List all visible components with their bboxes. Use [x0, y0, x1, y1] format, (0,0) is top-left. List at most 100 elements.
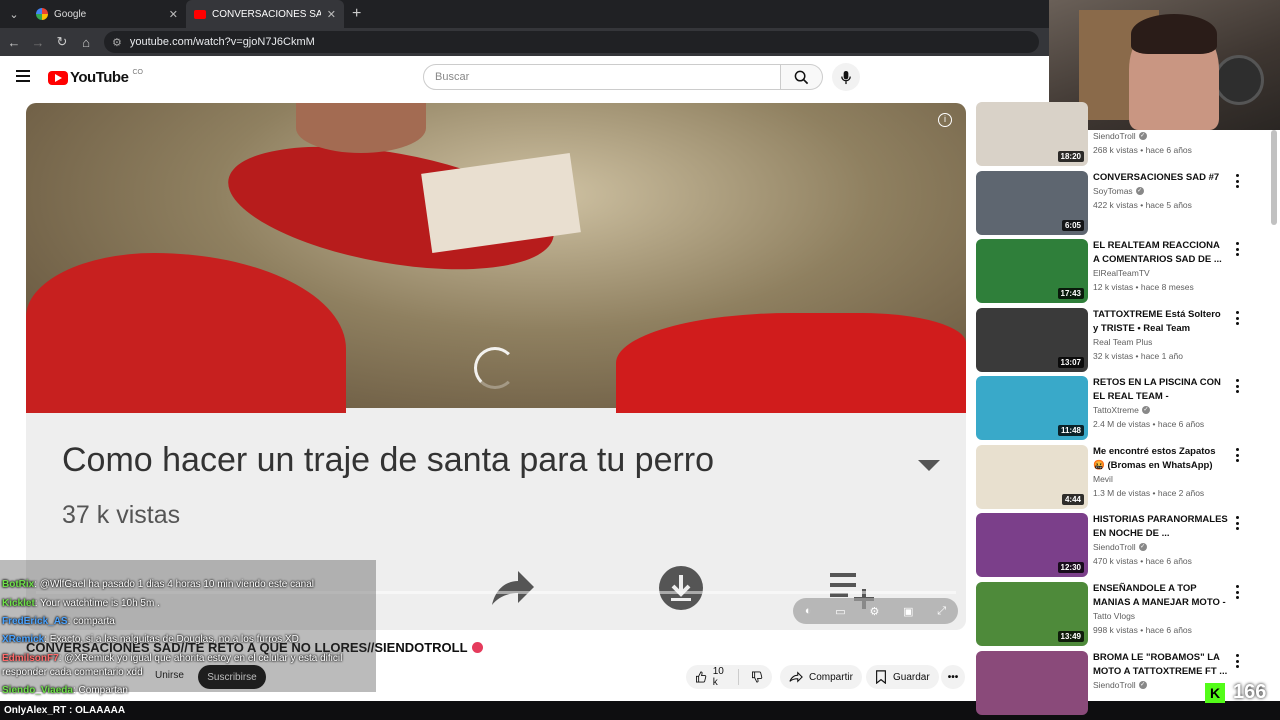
home-icon[interactable]: ⌂: [74, 35, 98, 50]
video-duration: 11:48: [1057, 425, 1084, 436]
video-thumbnail[interactable]: 13:49: [976, 582, 1088, 646]
live-dot-icon: [471, 642, 483, 653]
chat-message: Kicklet: Your watchtime is 10h 5m .: [2, 598, 160, 609]
miniplayer-icon[interactable]: ▣: [903, 605, 913, 618]
video-meta: 2.4 M de vistas • hace 6 años: [1093, 419, 1205, 429]
video-meta: 268 k vistas • hace 6 años: [1093, 145, 1192, 155]
video-thumbnail[interactable]: 6:05: [976, 171, 1088, 235]
stream-chat-overlay: BotRix: @WlfGael ha pasado 1 dias 4 hora…: [0, 560, 376, 696]
video-frame-views: 37 k vistas: [62, 501, 181, 529]
video-thumbnail[interactable]: 11:48: [976, 376, 1088, 440]
share-icon: [789, 671, 803, 683]
subtitles-icon[interactable]: ▭: [835, 605, 845, 618]
channel-name[interactable]: Real Team Plus: [1093, 337, 1152, 347]
download-icon: [659, 566, 703, 610]
menu-icon[interactable]: [16, 70, 30, 82]
thumbs-up-icon: [696, 671, 707, 683]
video-meta: 12 k vistas • hace 8 meses: [1093, 282, 1194, 292]
channel-name[interactable]: SiendoTroll ✓: [1093, 542, 1147, 552]
recommended-video[interactable]: 6:05 CONVERSACIONES SAD #7 SoyTomas ✓ 422 k …: [976, 171, 1256, 235]
more-vertical-icon[interactable]: [1232, 448, 1242, 462]
save-button[interactable]: Guardar: [866, 665, 939, 689]
video-title[interactable]: RETOS EN LA PISCINA CON EL REAL TEAM - T…: [1093, 376, 1228, 403]
verified-icon: ✓: [1138, 543, 1147, 551]
channel-name[interactable]: TattoXtreme ✓: [1093, 405, 1150, 415]
more-vertical-icon[interactable]: [1232, 242, 1242, 256]
thumbs-down-icon[interactable]: [751, 670, 763, 684]
verified-icon: ✓: [1135, 187, 1144, 195]
recommended-video[interactable]: 17:43 EL REALTEAM REACCIONA A COMENTARIOS…: [976, 239, 1256, 303]
video-title[interactable]: CONVERSACIONES SAD #7: [1093, 171, 1228, 185]
video-duration: 18:20: [1057, 151, 1084, 162]
recommended-video[interactable]: BROMA LE "ROBAMOS" LA MOTO A TATTOXTREME…: [976, 651, 1256, 715]
microphone-icon: [841, 70, 851, 84]
close-tab-icon[interactable]: ✕: [169, 8, 178, 21]
video-player[interactable]: i Como hacer un traje de santa para tu p…: [26, 103, 966, 630]
settings-gear-icon[interactable]: ⚙: [869, 605, 879, 618]
loading-spinner-icon: [474, 347, 516, 389]
more-horizontal-icon: •••: [947, 671, 959, 683]
video-title[interactable]: TATTOXTREME Está Soltero y TRISTE • Real…: [1093, 308, 1228, 335]
recommended-video[interactable]: 18:20 SiendoTroll ✓ 268 k vistas • hace 6 a…: [976, 102, 1256, 166]
info-icon[interactable]: i: [938, 113, 952, 127]
video-thumbnail[interactable]: 17:43: [976, 239, 1088, 303]
like-button[interactable]: 10 k: [686, 665, 772, 689]
video-meta: 422 k vistas • hace 5 años: [1093, 200, 1192, 210]
google-icon: [36, 8, 48, 20]
more-actions-button[interactable]: •••: [941, 665, 965, 689]
video-thumbnail[interactable]: 13:07: [976, 308, 1088, 372]
channel-name[interactable]: SiendoTroll ✓: [1093, 680, 1147, 690]
recommended-video[interactable]: 4:44 Me encontré estos Zapatos 🤬 (Bromas …: [976, 445, 1256, 509]
search-input[interactable]: Buscar: [423, 64, 781, 90]
channel-name[interactable]: Tatto Vlogs: [1093, 611, 1135, 621]
channel-name[interactable]: ElRealTeamTV: [1093, 268, 1150, 278]
address-bar[interactable]: ⚙ youtube.com/watch?v=gjoN7J6CkmM: [104, 31, 1039, 53]
video-duration: 13:07: [1057, 357, 1084, 368]
voice-search-button[interactable]: [832, 63, 860, 91]
forward-arrow-icon[interactable]: →: [26, 35, 50, 50]
youtube-icon: [194, 9, 206, 19]
tab-search-icon[interactable]: ⌄: [0, 0, 28, 28]
tab-google[interactable]: Google ✕: [28, 0, 186, 28]
more-vertical-icon[interactable]: [1232, 585, 1242, 599]
video-title[interactable]: BROMA LE "ROBAMOS" LA MOTO A TATTOXTREME…: [1093, 651, 1228, 678]
fullscreen-icon[interactable]: ⤢: [937, 605, 946, 618]
recommended-video[interactable]: 12:30 HISTORIAS PARANORMALES EN NOCHE DE …: [976, 513, 1256, 577]
youtube-logo[interactable]: YouTube CO: [48, 69, 143, 86]
close-tab-icon[interactable]: ✕: [327, 8, 336, 21]
video-thumbnail[interactable]: 12:30: [976, 513, 1088, 577]
more-vertical-icon[interactable]: [1232, 516, 1242, 530]
more-vertical-icon[interactable]: [1232, 311, 1242, 325]
video-thumbnail[interactable]: 18:20: [976, 102, 1088, 166]
recommended-video[interactable]: 13:49 ENSEÑANDOLE A TOP MANIAS A MANEJAR …: [976, 582, 1256, 646]
more-vertical-icon[interactable]: [1232, 174, 1242, 188]
channel-name[interactable]: Mevil: [1093, 474, 1113, 484]
video-meta: 998 k vistas • hace 6 años: [1093, 625, 1192, 635]
site-info-icon[interactable]: ⚙: [112, 36, 122, 49]
video-title[interactable]: EL REALTEAM REACCIONA A COMENTARIOS SAD …: [1093, 239, 1228, 266]
player-controls: ◐ ▭ ⚙ ▣ ⤢: [793, 598, 958, 624]
recommended-video[interactable]: 13:07 TATTOXTREME Está Soltero y TRISTE •…: [976, 308, 1256, 372]
more-vertical-icon[interactable]: [1232, 379, 1242, 393]
autoplay-toggle-icon[interactable]: ◐: [805, 605, 812, 617]
channel-name[interactable]: SoyTomas ✓: [1093, 186, 1144, 196]
share-label: Compartir: [809, 671, 853, 683]
video-title[interactable]: Me encontré estos Zapatos 🤬 (Bromas en W…: [1093, 445, 1228, 472]
channel-name[interactable]: SiendoTroll ✓: [1093, 131, 1147, 141]
video-thumbnail[interactable]: [976, 651, 1088, 715]
share-button[interactable]: Compartir: [780, 665, 862, 689]
video-thumbnail[interactable]: 4:44: [976, 445, 1088, 509]
back-arrow-icon[interactable]: ←: [2, 35, 26, 50]
scrollbar[interactable]: [1271, 130, 1277, 225]
search-button[interactable]: [781, 64, 823, 90]
new-tab-icon[interactable]: +: [352, 5, 361, 23]
more-vertical-icon[interactable]: [1232, 654, 1242, 668]
logo-text: YouTube: [70, 69, 129, 86]
tab-youtube[interactable]: CONVERSACIONES SAD//TE RE ✕: [186, 0, 344, 28]
like-count: 10 k: [712, 666, 724, 688]
video-meta: 470 k vistas • hace 6 años: [1093, 556, 1192, 566]
recommended-video[interactable]: 11:48 RETOS EN LA PISCINA CON EL REAL TEA…: [976, 376, 1256, 440]
video-title[interactable]: ENSEÑANDOLE A TOP MANIAS A MANEJAR MOTO …: [1093, 582, 1228, 609]
reload-icon[interactable]: ↻: [50, 34, 74, 50]
video-title[interactable]: HISTORIAS PARANORMALES EN NOCHE DE ...: [1093, 513, 1228, 540]
